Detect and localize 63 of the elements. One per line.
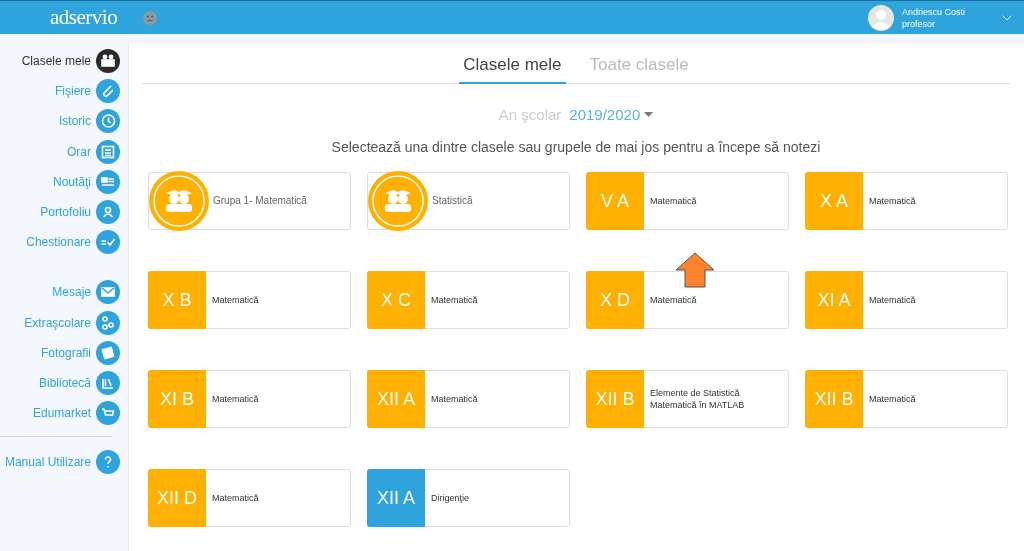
help-icon [96,450,120,475]
subject-name: Matematică [431,393,478,405]
class-card[interactable]: V A Matematică [586,172,789,230]
paperclip-icon [96,79,120,104]
sad-face-icon[interactable] [143,10,158,25]
class-label: XII A [367,370,425,428]
class-card[interactable]: X C Matematică [367,271,570,329]
class-label: XII B [586,370,644,428]
chevron-down-icon[interactable] [1002,14,1012,21]
graduates-icon [368,171,428,231]
class-card[interactable]: XII B Elemente de Statistică Matematică în MATLAB [586,370,789,428]
group-name: Statistică [432,195,473,207]
class-label: X A [805,172,863,230]
mail-icon [96,280,120,305]
subject-name: Matematică [650,294,697,306]
group-name: Grupa 1- Matematică [213,195,307,207]
class-label: V A [586,172,644,230]
class-card[interactable]: XII A Dirigenţie [367,469,570,527]
history-icon [96,109,120,134]
subject-name: Matematică [869,294,916,306]
subject-name: Matematică [431,294,478,306]
avatar-icon[interactable] [868,4,894,31]
subject-name: Matematică [650,195,697,207]
class-card[interactable]: XI A Matematică [805,271,1008,329]
instruction-text: Selectează una dintre clasele sau grupele de mai jos pentru a începe să notezi [330,139,822,155]
class-card[interactable]: X A Matematică [805,172,1008,230]
pointer-arrow [675,252,715,288]
subject-name: Dirigenţie [431,492,470,504]
news-icon [96,169,120,194]
class-card[interactable]: XII D Matematică [148,469,351,527]
class-card[interactable]: Statistică [367,172,570,230]
class-card[interactable]: XII B Matematică [805,370,1008,428]
class-label: X C [367,271,425,329]
class-card[interactable]: Grupa 1- Matematică [148,172,351,230]
sidebar-item[interactable]: Clasele mele [0,46,120,77]
books-icon [96,370,120,395]
subject-name: Matematică [212,492,259,504]
user-role: profesor [902,17,937,30]
tab[interactable]: Clasele mele [459,55,566,84]
cart-icon [96,401,120,426]
class-card[interactable]: XII A Matematică [367,370,570,428]
class-card[interactable]: XI B Matematică [148,370,351,428]
class-label: X B [148,271,206,329]
group-icon [96,49,120,74]
class-card[interactable]: X B Matematică [148,271,351,329]
subject-name: Matematică [869,195,916,207]
graduates-icon [149,171,209,231]
class-label: XII A [367,469,425,527]
subject-name: Elemente de Statistică Matematică în MATLAB [650,387,746,411]
class-label: X D [586,271,644,329]
class-label: XI B [148,370,206,428]
class-card[interactable]: X D Matematică [586,271,789,329]
caret-icon [644,112,654,117]
checklist-icon [96,230,120,255]
class-label: XII D [148,469,206,527]
subject-name: Matematică [212,393,259,405]
subject-name: Matematică [869,393,916,405]
nodes-icon [96,310,120,335]
people-icon [96,200,120,225]
class-label: XI A [805,271,863,329]
user-name: Andriescu Costi [902,5,967,18]
subject-name: Matematică [212,294,259,306]
class-label: XII B [805,370,863,428]
